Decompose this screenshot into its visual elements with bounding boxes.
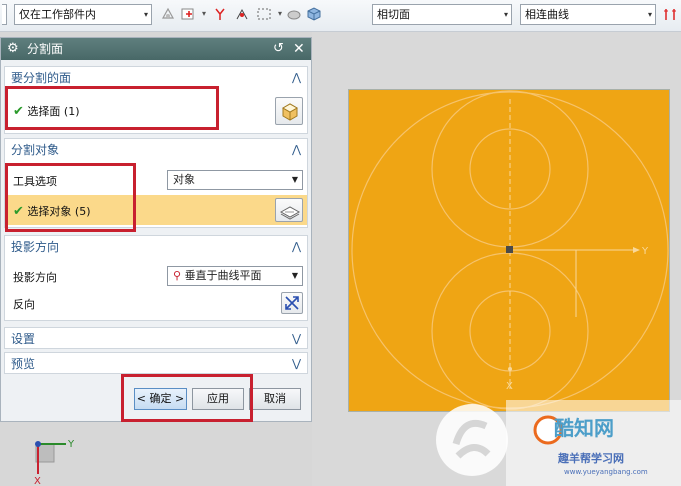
watermark-url: www.yueyangbang.com	[564, 468, 648, 476]
chevron-down-icon: ▼	[291, 175, 298, 184]
add-box-icon[interactable]	[180, 6, 196, 22]
projection-direction-value: 垂直于曲线平面	[184, 269, 262, 282]
cube-icon[interactable]	[306, 6, 322, 22]
selection-scope-dropdown[interactable]: 仅在工作部件内 ▾	[14, 4, 152, 25]
chevron-down-icon[interactable]: ⋁	[292, 328, 301, 350]
curve-rule-value: 相连曲线	[525, 8, 569, 21]
separator-icon[interactable]	[662, 6, 678, 22]
select-box-icon[interactable]	[256, 6, 272, 22]
toolbar: 仅在工作部件内 ▾ ▾ ▾ 相切面 ▾ 相连曲线 ▾	[0, 0, 681, 32]
chevron-up-icon[interactable]: ⋀	[292, 139, 301, 161]
dialog-title: 分割面	[27, 42, 64, 56]
section-header[interactable]: 投影方向 ⋀	[5, 236, 307, 258]
reset-icon[interactable]: ↺	[273, 38, 284, 60]
selection-scope-value: 仅在工作部件内	[19, 8, 96, 21]
face-rule-dropdown[interactable]: 相切面 ▾	[372, 4, 512, 25]
section-settings[interactable]: 设置 ⋁	[4, 327, 308, 349]
sparkle-icon[interactable]	[160, 6, 176, 22]
reverse-direction-button[interactable]	[281, 292, 303, 314]
triad-y-label: Y	[67, 439, 75, 450]
chevron-down-icon: ▼	[291, 271, 298, 280]
section-header[interactable]: 设置 ⋁	[5, 328, 307, 350]
chevron-up-icon[interactable]: ⋀	[292, 67, 301, 89]
section-title: 分割对象	[11, 143, 60, 157]
projection-icon: ⚲	[173, 269, 182, 282]
section-header[interactable]: 预览 ⋁	[5, 353, 307, 375]
chevron-up-icon[interactable]: ⋀	[292, 236, 301, 258]
dialog-titlebar[interactable]: ⚙ 分割面 ↺ ✕	[1, 38, 311, 60]
watermark-logo: 酷知网 趣羊帮学习网 www.yueyangbang.com	[428, 396, 681, 486]
view-triad: Y X	[34, 439, 75, 486]
chevron-down-icon: ▾	[647, 10, 652, 19]
tool-option-value: 对象	[173, 173, 195, 186]
reverse-label: 反向	[13, 298, 35, 311]
watermark-brand: 酷知网	[554, 416, 614, 440]
cancel-button[interactable]: 取消	[249, 388, 301, 410]
chevron-down-icon[interactable]: ▾	[196, 6, 212, 22]
curve-rule-dropdown[interactable]: 相连曲线 ▾	[520, 4, 656, 25]
watermark-sub: 趣羊帮学习网	[558, 452, 624, 465]
face-x-label: X	[506, 381, 513, 392]
tool-option-dropdown[interactable]: 对象 ▼	[167, 170, 303, 190]
section-projection: 投影方向 ⋀ 投影方向 ⚲ 垂直于曲线平面 ▼ 反向	[4, 235, 308, 321]
snap-icon[interactable]	[212, 6, 228, 22]
section-header[interactable]: 分割对象 ⋀	[5, 139, 307, 161]
face-y-label: Y	[641, 246, 649, 257]
section-preview[interactable]: 预览 ⋁	[4, 352, 308, 374]
face-rule-value: 相切面	[377, 8, 410, 21]
filter-dropdown-left[interactable]	[2, 4, 7, 25]
face-curves: Y X	[351, 90, 669, 410]
gear-icon[interactable]: ⚙	[7, 38, 19, 60]
highlight-tool-objects	[5, 163, 136, 232]
chevron-down-icon[interactable]: ⋁	[292, 353, 301, 375]
highlight-select-face	[5, 86, 219, 130]
close-icon[interactable]: ✕	[293, 38, 305, 60]
projection-direction-label: 投影方向	[13, 271, 57, 284]
section-title: 预览	[11, 357, 36, 371]
highlight-ok-apply	[121, 374, 253, 422]
face-selection-button[interactable]	[275, 97, 303, 125]
triad-x-label: X	[34, 476, 41, 486]
solid-icon[interactable]	[286, 6, 302, 22]
chevron-down-icon: ▾	[143, 10, 148, 19]
section-title: 设置	[11, 332, 36, 346]
section-title: 投影方向	[11, 240, 60, 254]
point-icon[interactable]	[234, 6, 250, 22]
chevron-down-icon: ▾	[503, 10, 508, 19]
projection-direction-dropdown[interactable]: ⚲ 垂直于曲线平面 ▼	[167, 266, 303, 286]
object-selection-button[interactable]	[275, 198, 303, 222]
